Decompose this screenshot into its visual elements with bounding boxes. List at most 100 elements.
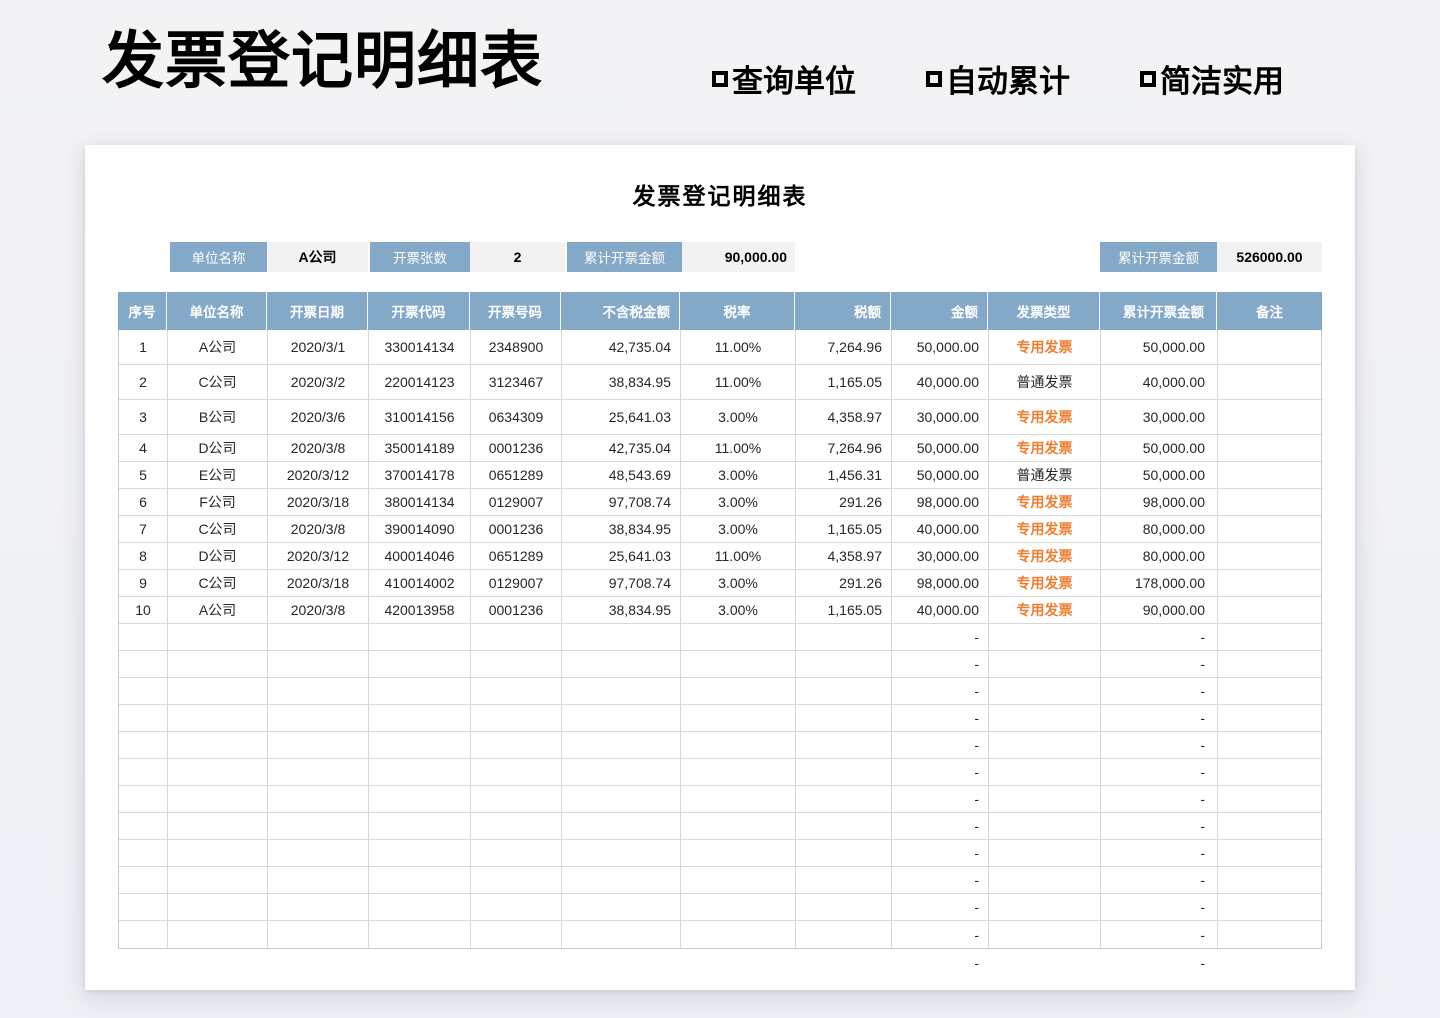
table-cell[interactable] (562, 705, 681, 732)
table-cell[interactable] (369, 867, 471, 894)
dash-cell[interactable]: - (1101, 840, 1218, 867)
table-cell[interactable]: 0651289 (471, 543, 562, 570)
table-cell[interactable]: 8 (119, 543, 168, 570)
table-cell[interactable] (989, 705, 1101, 732)
table-cell[interactable] (118, 949, 167, 976)
dash-cell[interactable]: - (892, 840, 989, 867)
table-cell[interactable]: 291.26 (796, 489, 892, 516)
table-cell[interactable]: 普通发票 (989, 365, 1101, 400)
dash-cell[interactable]: - (1101, 894, 1218, 921)
table-cell[interactable]: 80,000.00 (1101, 516, 1218, 543)
table-cell[interactable]: 11.00% (681, 543, 796, 570)
table-cell[interactable] (168, 759, 268, 786)
table-cell[interactable] (119, 840, 168, 867)
table-cell[interactable]: 98,000.00 (892, 489, 989, 516)
dash-cell[interactable]: - (892, 867, 989, 894)
table-cell[interactable] (168, 678, 268, 705)
table-cell[interactable]: 40,000.00 (1101, 365, 1218, 400)
table-cell[interactable]: A公司 (168, 597, 268, 624)
table-cell[interactable]: 普通发票 (989, 462, 1101, 489)
table-cell[interactable]: 97,708.74 (562, 570, 681, 597)
table-cell[interactable] (168, 840, 268, 867)
table-cell[interactable] (1218, 435, 1323, 462)
table-cell[interactable]: 310014156 (369, 400, 471, 435)
table-cell[interactable] (681, 732, 796, 759)
dash-cell[interactable]: - (892, 705, 989, 732)
table-cell[interactable]: 50,000.00 (892, 462, 989, 489)
table-cell[interactable]: 2020/3/8 (268, 435, 369, 462)
table-cell[interactable] (989, 759, 1101, 786)
table-cell[interactable] (369, 921, 471, 948)
table-cell[interactable]: 42,735.04 (562, 435, 681, 462)
dash-cell[interactable]: - (1101, 705, 1218, 732)
table-cell[interactable] (268, 867, 369, 894)
table-cell[interactable] (562, 786, 681, 813)
dash-cell[interactable]: - (892, 894, 989, 921)
table-cell[interactable] (471, 840, 562, 867)
table-cell[interactable] (119, 678, 168, 705)
table-cell[interactable]: 3.00% (681, 516, 796, 543)
table-cell[interactable] (989, 786, 1101, 813)
table-cell[interactable]: 410014002 (369, 570, 471, 597)
table-cell[interactable] (471, 624, 562, 651)
table-cell[interactable]: B公司 (168, 400, 268, 435)
table-cell[interactable] (562, 651, 681, 678)
table-cell[interactable]: 1,165.05 (796, 516, 892, 543)
table-cell[interactable]: 9 (119, 570, 168, 597)
table-cell[interactable] (119, 759, 168, 786)
table-cell[interactable]: 10 (119, 597, 168, 624)
table-cell[interactable]: 11.00% (681, 365, 796, 400)
invoice-count-value[interactable]: 2 (470, 242, 565, 272)
table-cell[interactable] (1218, 894, 1323, 921)
table-cell[interactable]: 3.00% (681, 597, 796, 624)
table-cell[interactable] (989, 624, 1101, 651)
table-cell[interactable]: 4 (119, 435, 168, 462)
table-cell[interactable]: 7,264.96 (796, 435, 892, 462)
table-cell[interactable]: 291.26 (796, 570, 892, 597)
table-cell[interactable] (796, 840, 892, 867)
table-cell[interactable] (471, 813, 562, 840)
table-cell[interactable]: 7 (119, 516, 168, 543)
table-cell[interactable] (989, 813, 1101, 840)
table-cell[interactable] (471, 705, 562, 732)
table-cell[interactable] (168, 732, 268, 759)
dash-cell[interactable]: - (892, 921, 989, 948)
table-cell[interactable] (1218, 330, 1323, 365)
table-cell[interactable]: 2020/3/12 (268, 462, 369, 489)
table-cell[interactable]: 2020/3/18 (268, 489, 369, 516)
table-cell[interactable] (1218, 365, 1323, 400)
dash-cell[interactable]: - (892, 678, 989, 705)
table-cell[interactable] (369, 678, 471, 705)
table-cell[interactable] (470, 949, 561, 976)
table-cell[interactable]: C公司 (168, 516, 268, 543)
table-cell[interactable]: 25,641.03 (562, 400, 681, 435)
table-cell[interactable] (119, 624, 168, 651)
dash-cell[interactable]: - (1101, 921, 1218, 948)
table-cell[interactable]: E公司 (168, 462, 268, 489)
table-cell[interactable] (796, 921, 892, 948)
table-cell[interactable] (1218, 705, 1323, 732)
table-cell[interactable] (1218, 759, 1323, 786)
table-cell[interactable] (796, 813, 892, 840)
table-cell[interactable] (268, 624, 369, 651)
table-cell[interactable] (369, 840, 471, 867)
table-cell[interactable] (796, 867, 892, 894)
table-cell[interactable] (562, 894, 681, 921)
table-cell[interactable]: 专用发票 (989, 330, 1101, 365)
dash-cell[interactable]: - (1101, 786, 1218, 813)
table-cell[interactable]: 38,834.95 (562, 516, 681, 543)
table-cell[interactable] (562, 759, 681, 786)
table-cell[interactable] (1218, 400, 1323, 435)
table-cell[interactable]: 30,000.00 (892, 400, 989, 435)
table-cell[interactable] (796, 705, 892, 732)
unit-name-value[interactable]: A公司 (267, 242, 368, 272)
table-cell[interactable] (268, 894, 369, 921)
table-cell[interactable] (562, 867, 681, 894)
table-cell[interactable] (562, 732, 681, 759)
table-cell[interactable] (989, 651, 1101, 678)
table-cell[interactable]: 2020/3/12 (268, 543, 369, 570)
table-cell[interactable] (796, 678, 892, 705)
table-cell[interactable] (1218, 678, 1323, 705)
dash-cell[interactable]: - (1101, 651, 1218, 678)
table-cell[interactable] (119, 651, 168, 678)
